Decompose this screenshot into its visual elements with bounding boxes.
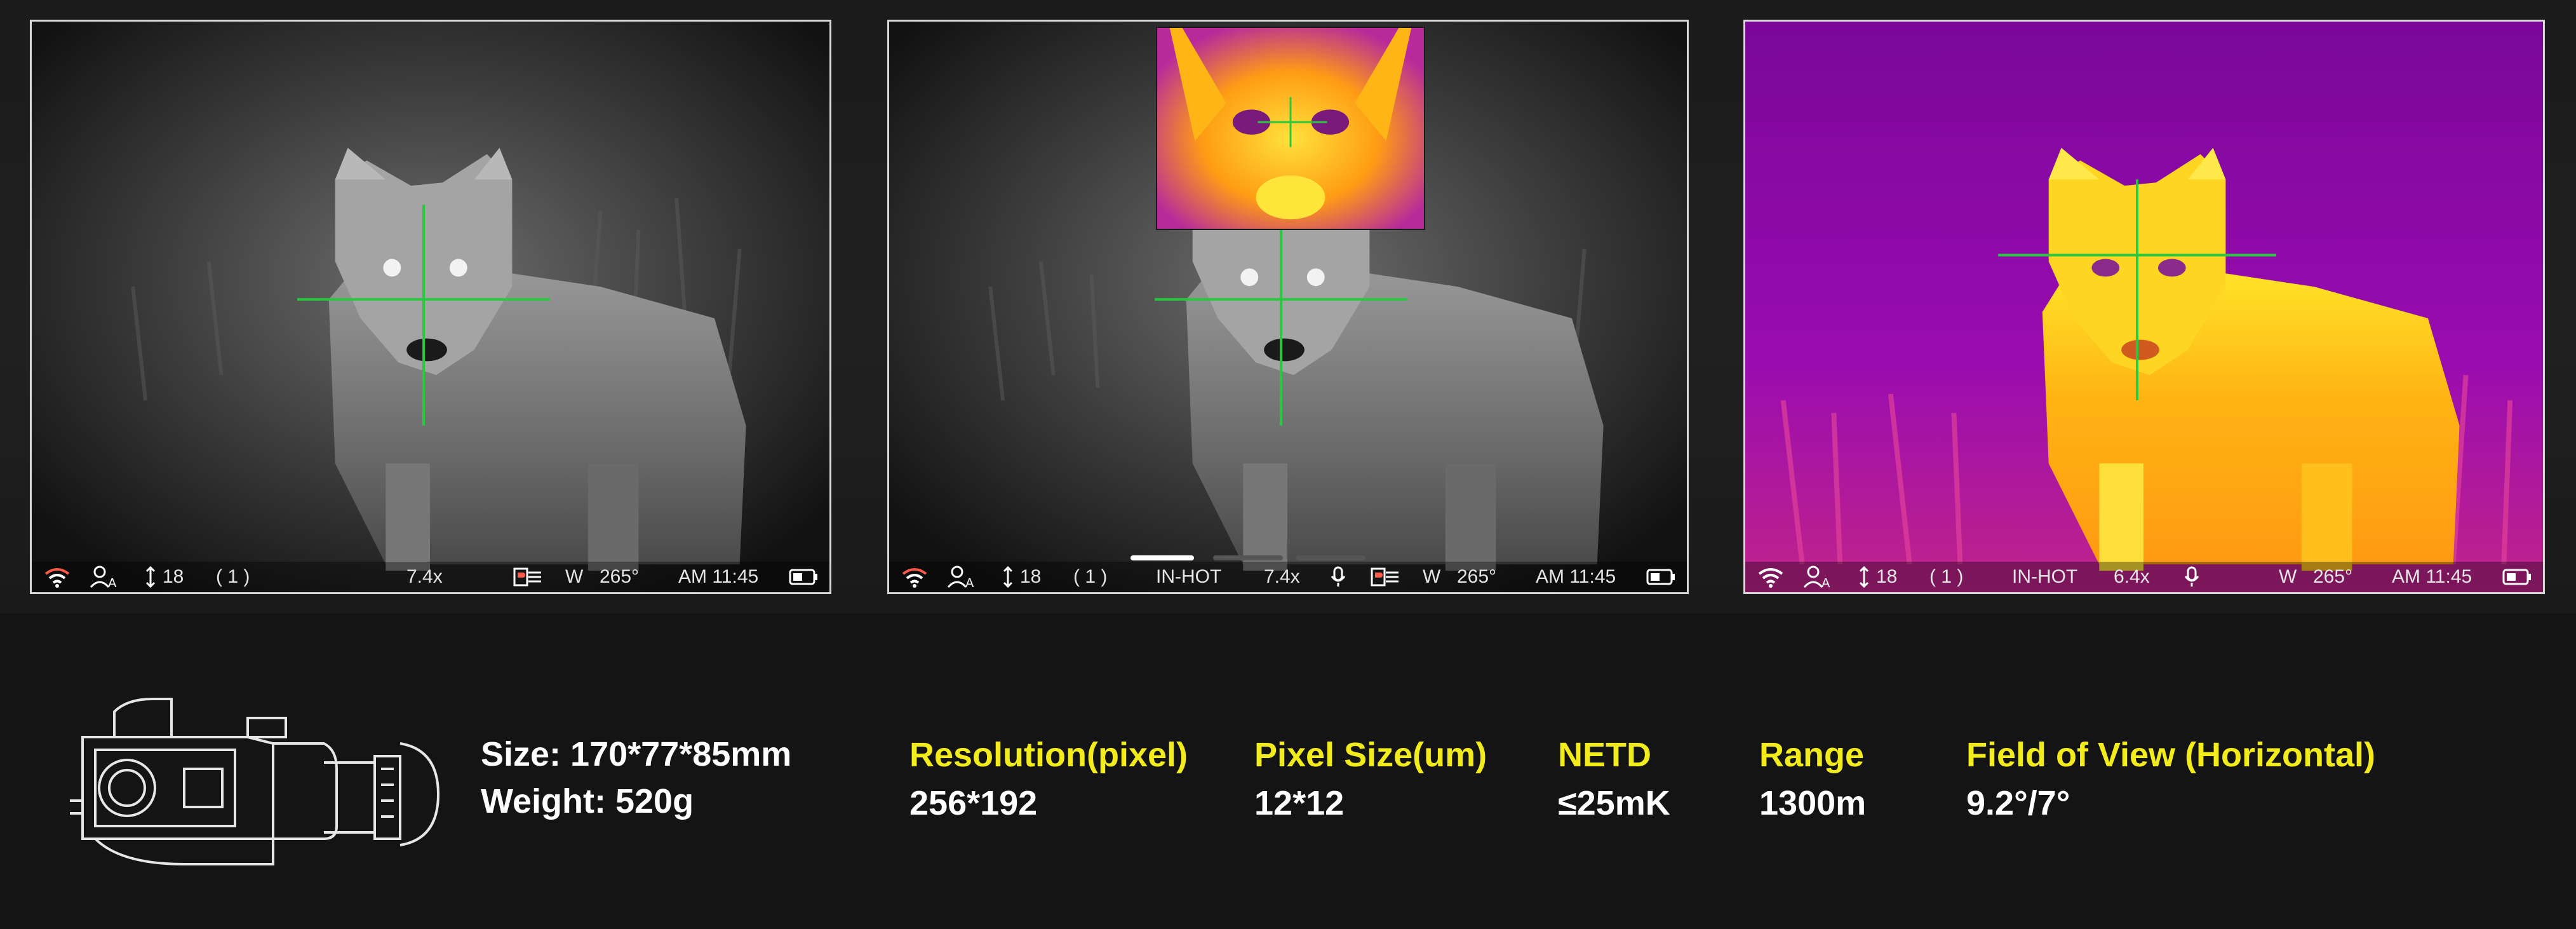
heading-degrees: 265° — [600, 566, 640, 587]
spec-netd-label: NETD — [1558, 736, 1651, 774]
spec-pixel-size-value: 12*12 — [1254, 784, 1345, 822]
reticle-indicator: ( 1 ) — [216, 566, 250, 587]
crosshair — [297, 205, 551, 426]
battery-icon — [789, 566, 818, 588]
elevation-arrow-icon — [1858, 566, 1870, 588]
screen-white-hot-pip: A 18 ( 1 ) IN-HOT 7.4x W 265° AM 11:45 — [887, 20, 1689, 594]
rangefinder-icon — [513, 566, 542, 588]
wolf-face-iron-hot — [1157, 28, 1424, 229]
reticle-indicator: ( 1 ) — [1929, 566, 1964, 587]
elevation-arrow-icon — [1002, 566, 1014, 588]
heading-direction: W — [2279, 566, 2297, 587]
svg-text:A: A — [965, 576, 974, 588]
picture-in-picture-zoom — [1156, 27, 1425, 230]
palette-mode: IN-HOT — [1156, 566, 1222, 587]
screen-iron-hot: A 18 ( 1 ) IN-HOT 6.4x W 265° AM 11:45 — [1743, 20, 2545, 594]
svg-text:A: A — [1821, 576, 1830, 588]
heading-direction: W — [1423, 566, 1441, 587]
reticle-indicator: ( 1 ) — [1073, 566, 1108, 587]
zoom-level: 7.4x — [1264, 566, 1300, 587]
page-dot — [1213, 555, 1283, 560]
clock-time: AM 11:45 — [1536, 566, 1616, 587]
clock-time: AM 11:45 — [2392, 566, 2472, 587]
spec-fov-value: 9.2°/7° — [1966, 784, 2070, 822]
device-line-drawing — [70, 698, 440, 865]
heading-degrees: 265° — [1457, 566, 1497, 587]
microphone-icon — [2184, 566, 2200, 588]
heading-degrees: 265° — [2313, 566, 2353, 587]
size-weight-block: Size: 170*77*85mm Weight: 520g — [481, 731, 791, 825]
elevation-arrow-icon — [145, 566, 156, 588]
spec-range-label: Range — [1759, 736, 1865, 774]
page-dot-active — [1130, 555, 1194, 560]
battery-icon — [1646, 566, 1675, 588]
battery-icon — [2502, 566, 2532, 588]
spec-pixel-size-label: Pixel Size(um) — [1254, 736, 1487, 774]
status-bar: A 18 ( 1 ) 7.4x W 265° AM 11:45 — [32, 562, 829, 592]
spec-weight: Weight: 520g — [481, 782, 694, 820]
auto-profile-icon: A — [1802, 566, 1834, 588]
wifi-icon — [43, 566, 71, 588]
rangefinder-icon — [1371, 566, 1400, 588]
spec-size: Size: 170*77*85mm — [481, 735, 792, 773]
auto-profile-icon: A — [946, 566, 978, 588]
palette-mode: IN-HOT — [2012, 566, 2078, 587]
elevation-value: 18 — [1876, 566, 1898, 587]
auto-profile-icon: A — [89, 566, 121, 588]
wolf-thermal-image-iron — [1745, 22, 2543, 592]
zoom-level: 7.4x — [406, 566, 443, 587]
wifi-icon — [901, 566, 929, 588]
elevation-value: 18 — [1020, 566, 1042, 587]
clock-time: AM 11:45 — [678, 566, 759, 587]
spec-resolution-value: 256*192 — [909, 784, 1038, 822]
microphone-icon — [1330, 566, 1346, 588]
spec-netd-value: ≤25mK — [1558, 784, 1670, 822]
zoom-level: 6.4x — [2114, 566, 2150, 587]
spec-fov-label: Field of View (Horizontal) — [1966, 736, 2376, 774]
status-bar: A 18 ( 1 ) IN-HOT 6.4x W 265° AM 11:45 — [1745, 562, 2543, 592]
elevation-value: 18 — [163, 566, 184, 587]
page-indicator — [1130, 555, 1461, 562]
wifi-icon — [1757, 566, 1785, 588]
screen-white-hot: A 18 ( 1 ) 7.4x W 265° AM 11:45 — [30, 20, 831, 594]
page-dot — [1296, 555, 1365, 560]
svg-text:A: A — [108, 576, 117, 588]
spec-range-value: 1300m — [1759, 784, 1867, 822]
status-bar: A 18 ( 1 ) IN-HOT 7.4x W 265° AM 11:45 — [889, 562, 1687, 592]
spec-resolution-label: Resolution(pixel) — [909, 736, 1188, 774]
heading-direction: W — [565, 566, 584, 587]
